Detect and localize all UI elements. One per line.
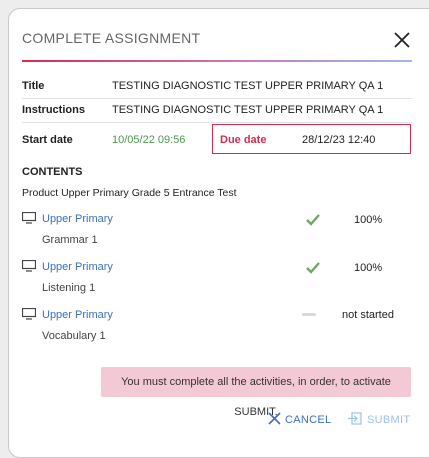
- start-date-label: Start date: [22, 134, 73, 146]
- item-link-upper-primary[interactable]: Upper Primary: [42, 213, 113, 225]
- item-status: 100%: [354, 214, 383, 226]
- cancel-x-icon: [268, 412, 281, 425]
- dialog-title: COMPLETE ASSIGNMENT: [22, 30, 201, 46]
- monitor-icon: [22, 308, 36, 320]
- title-label: Title: [22, 80, 45, 92]
- check-icon: [306, 214, 320, 226]
- item-status: not started: [342, 309, 394, 321]
- contents-heading: CONTENTS: [22, 166, 83, 178]
- dash-icon: [302, 313, 316, 316]
- item-name: Vocabulary 1: [42, 330, 106, 342]
- instructions-label: Instructions: [22, 104, 85, 116]
- due-date-label: Due date: [220, 134, 267, 146]
- due-date-value: 28/12/23 12:40: [302, 134, 376, 146]
- submit-button[interactable]: SUBMIT: [367, 414, 410, 426]
- title-value: TESTING DIAGNOSTIC TEST UPPER PRIMARY QA…: [112, 80, 384, 92]
- submit-icon: [348, 412, 362, 425]
- close-icon[interactable]: [392, 30, 412, 50]
- divider: [22, 122, 412, 123]
- item-status: 100%: [354, 262, 383, 274]
- monitor-icon: [22, 260, 36, 272]
- item-link-upper-primary[interactable]: Upper Primary: [42, 309, 113, 321]
- submit-notice: You must complete all the activities, in…: [101, 367, 411, 418]
- cancel-button[interactable]: CANCEL: [285, 414, 331, 426]
- header-divider: [22, 60, 412, 62]
- divider: [22, 98, 412, 99]
- instructions-value: TESTING DIAGNOSTIC TEST UPPER PRIMARY QA…: [112, 104, 384, 116]
- item-name: Grammar 1: [42, 234, 98, 246]
- item-name: Listening 1: [42, 282, 96, 294]
- item-link-upper-primary[interactable]: Upper Primary: [42, 261, 113, 273]
- start-date-value: 10/05/22 09:56: [112, 134, 186, 146]
- monitor-icon: [22, 212, 36, 224]
- product-name: Product Upper Primary Grade 5 Entrance T…: [22, 187, 237, 199]
- check-icon: [306, 262, 320, 274]
